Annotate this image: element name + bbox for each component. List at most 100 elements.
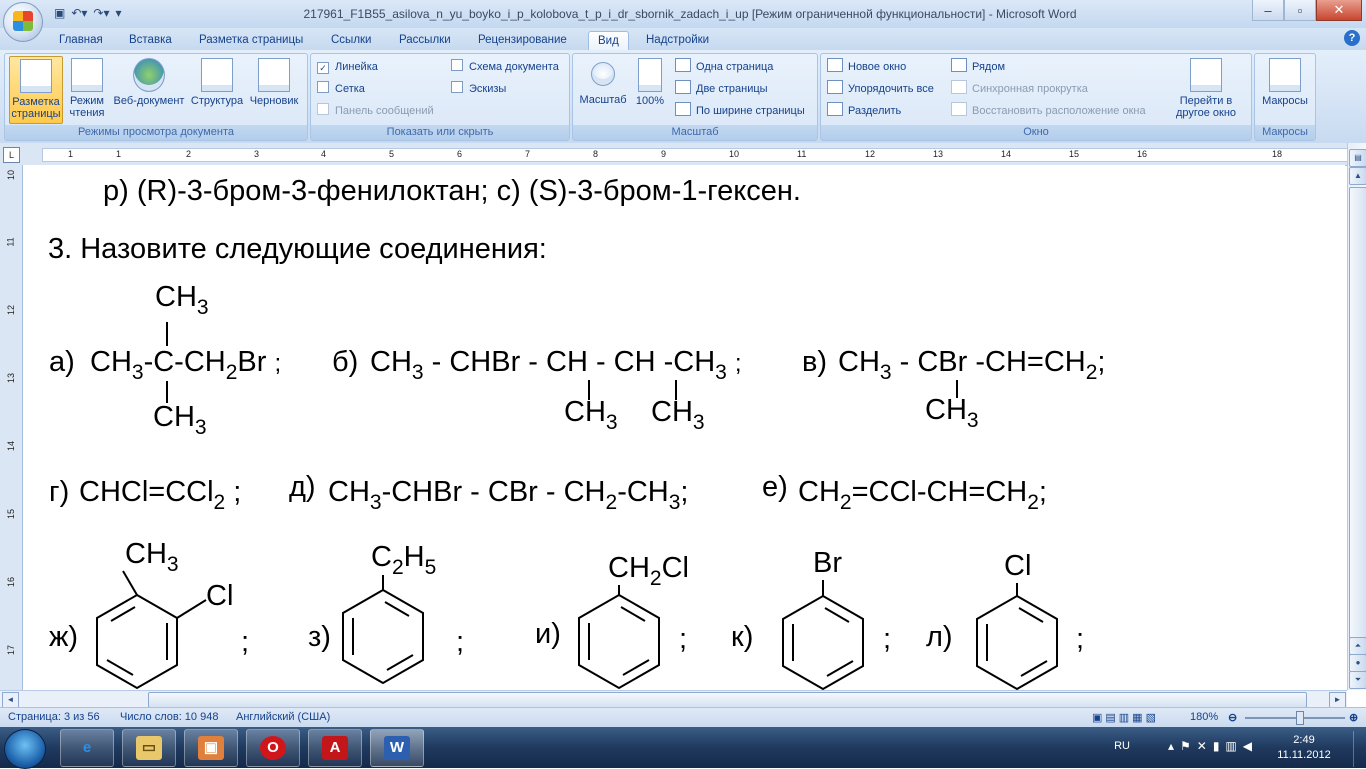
outline-button[interactable]: Структура	[189, 56, 245, 122]
ruler-tick-label: 4	[321, 149, 327, 159]
taskbar-app[interactable]: ▣	[184, 729, 238, 767]
new-window-button[interactable]: Новое окно	[827, 58, 906, 76]
checkbox-checked-icon: ✓	[317, 62, 329, 74]
tab-page-layout[interactable]: Разметка страницы	[190, 31, 312, 49]
vertical-scrollbar[interactable]: ▤ ▲ ⏶ ● ⏷	[1347, 143, 1366, 690]
tab-insert[interactable]: Вставка	[120, 31, 181, 49]
start-button[interactable]	[4, 729, 46, 769]
next-page-icon[interactable]: ⏷	[1349, 671, 1366, 689]
previous-page-icon[interactable]: ⏶	[1349, 637, 1366, 655]
maximize-button[interactable]: ▫	[1284, 0, 1316, 21]
view-buttons[interactable]: ▣▤▥▦▧	[1092, 711, 1159, 724]
gridlines-checkbox[interactable]: Сетка	[317, 80, 365, 98]
ruler-tick-label: 3	[254, 149, 260, 159]
ruler-tick-label: 6	[457, 149, 463, 159]
help-icon[interactable]: ?	[1344, 30, 1360, 46]
zoom-100-button[interactable]: 100%	[631, 56, 669, 122]
one-page-button[interactable]: Одна страница	[675, 58, 773, 76]
taskbar-explorer[interactable]: ▭	[122, 729, 176, 767]
zoom-slider[interactable]	[1245, 717, 1345, 719]
scroll-left-icon[interactable]: ◄	[2, 692, 19, 708]
tab-view[interactable]: Вид	[588, 31, 629, 50]
vruler-tick-label: 10	[6, 169, 17, 181]
pdf-icon: A	[322, 736, 348, 760]
side-by-side-button[interactable]: Рядом	[951, 58, 1005, 76]
office-button[interactable]	[3, 2, 43, 42]
zoom-slider-thumb[interactable]	[1296, 711, 1304, 725]
magnifier-icon	[591, 62, 615, 86]
clock-date[interactable]: 11.11.2012	[1272, 749, 1336, 761]
clock-time[interactable]: 2:49	[1272, 734, 1336, 746]
arrange-all-button[interactable]: Упорядочить все	[827, 80, 934, 98]
thumbnails-checkbox[interactable]: Эскизы	[451, 80, 506, 98]
tab-references[interactable]: Ссылки	[322, 31, 381, 49]
tab-mailings[interactable]: Рассылки	[390, 31, 460, 49]
split-button[interactable]: Разделить	[827, 102, 901, 120]
window-controls: – ▫ ✕	[1252, 0, 1362, 21]
minimize-button[interactable]: –	[1252, 0, 1284, 21]
undo-icon[interactable]: ↶▾	[71, 6, 87, 20]
sync-scroll-icon	[951, 80, 967, 94]
tab-addins[interactable]: Надстройки	[637, 31, 718, 49]
language-indicator[interactable]: Английский (США)	[236, 711, 330, 723]
page-count[interactable]: Страница: 3 из 56	[8, 711, 100, 723]
full-screen-reading-button[interactable]: Режим чтения	[65, 56, 109, 122]
switch-windows-button[interactable]: Перейти в другое окно	[1167, 56, 1245, 122]
ruler-toggle-icon[interactable]: ▤	[1349, 149, 1366, 167]
group-label-macros: Макросы	[1255, 125, 1315, 140]
close-button[interactable]: ✕	[1316, 0, 1362, 21]
draft-button[interactable]: Черновик	[245, 56, 303, 122]
save-icon[interactable]: ▣	[54, 6, 65, 20]
tab-review[interactable]: Рецензирование	[469, 31, 576, 49]
benzene-ring-l	[976, 594, 1058, 690]
tray-icons[interactable]: ▴⚑✕▮▥◀	[1168, 739, 1258, 753]
tab-selector[interactable]: L	[3, 147, 20, 163]
show-desktop-button[interactable]	[1353, 731, 1366, 767]
document-map-checkbox[interactable]: Схема документа	[451, 58, 559, 76]
side-by-side-icon	[951, 58, 967, 72]
vruler-tick-label: 11	[5, 237, 16, 247]
word-count[interactable]: Число слов: 10 948	[120, 711, 218, 723]
input-language[interactable]: RU	[1114, 740, 1130, 752]
document-page[interactable]: р) (R)-3-бром-3-фенилоктан; с) (S)-3-бро…	[23, 165, 1345, 690]
vertical-ruler[interactable]: 10 11 12 13 14 15 16 17	[0, 165, 23, 690]
outline-icon	[201, 58, 233, 92]
group-zoom: Масштаб 100% Одна страница Две страницы …	[572, 53, 818, 141]
taskbar-acrobat[interactable]: A	[308, 729, 362, 767]
reset-position-icon	[951, 102, 967, 116]
two-pages-button[interactable]: Две страницы	[675, 80, 768, 98]
taskbar-opera[interactable]: O	[246, 729, 300, 767]
horizontal-scrollbar[interactable]: ◄ ►	[0, 690, 1347, 708]
zoom-in-icon[interactable]: ⊕	[1349, 711, 1358, 724]
macros-button[interactable]: Макросы	[1259, 56, 1311, 122]
tab-home[interactable]: Главная	[50, 31, 112, 49]
group-window: Новое окно Упорядочить все Разделить Ряд…	[820, 53, 1252, 141]
ruler-tick-label: 11	[797, 149, 807, 159]
scroll-up-icon[interactable]: ▲	[1349, 167, 1366, 185]
benzene-ring-k	[782, 594, 864, 690]
zh-cl-bond	[176, 599, 207, 619]
select-browse-object-icon[interactable]: ●	[1349, 654, 1366, 672]
checkbox-icon	[451, 59, 463, 71]
zoom-level[interactable]: 180%	[1190, 711, 1218, 723]
zoom-button[interactable]: Масштаб	[575, 56, 631, 122]
taskbar-word[interactable]: W	[370, 729, 424, 767]
opera-icon: O	[260, 736, 286, 760]
horizontal-scroll-thumb[interactable]	[148, 692, 1307, 708]
ruler-tick-label: 18	[1272, 149, 1283, 159]
split-icon	[827, 102, 843, 116]
zh-methyl-bond	[122, 570, 138, 596]
web-layout-button[interactable]: Веб-документ	[109, 56, 189, 122]
print-layout-button[interactable]: Разметка страницы	[9, 56, 63, 124]
customize-qat-icon[interactable]: ▾	[116, 6, 122, 20]
page-width-button[interactable]: По ширине страницы	[675, 102, 805, 120]
ruler-checkbox[interactable]: ✓ Линейка	[317, 58, 378, 76]
scroll-right-icon[interactable]: ►	[1329, 692, 1346, 708]
scroll-thumb[interactable]	[1349, 187, 1366, 669]
vruler-tick-label: 13	[6, 372, 17, 384]
taskbar-internet-explorer[interactable]: e	[60, 729, 114, 767]
ruler-strip: 1 1 2 3 4 5 6 7 8 9 10 11 12 13 14 15 16 18	[42, 148, 1349, 162]
arrange-all-icon	[827, 80, 843, 94]
redo-icon[interactable]: ↷▾	[93, 6, 109, 20]
zoom-out-icon[interactable]: ⊖	[1228, 711, 1237, 724]
